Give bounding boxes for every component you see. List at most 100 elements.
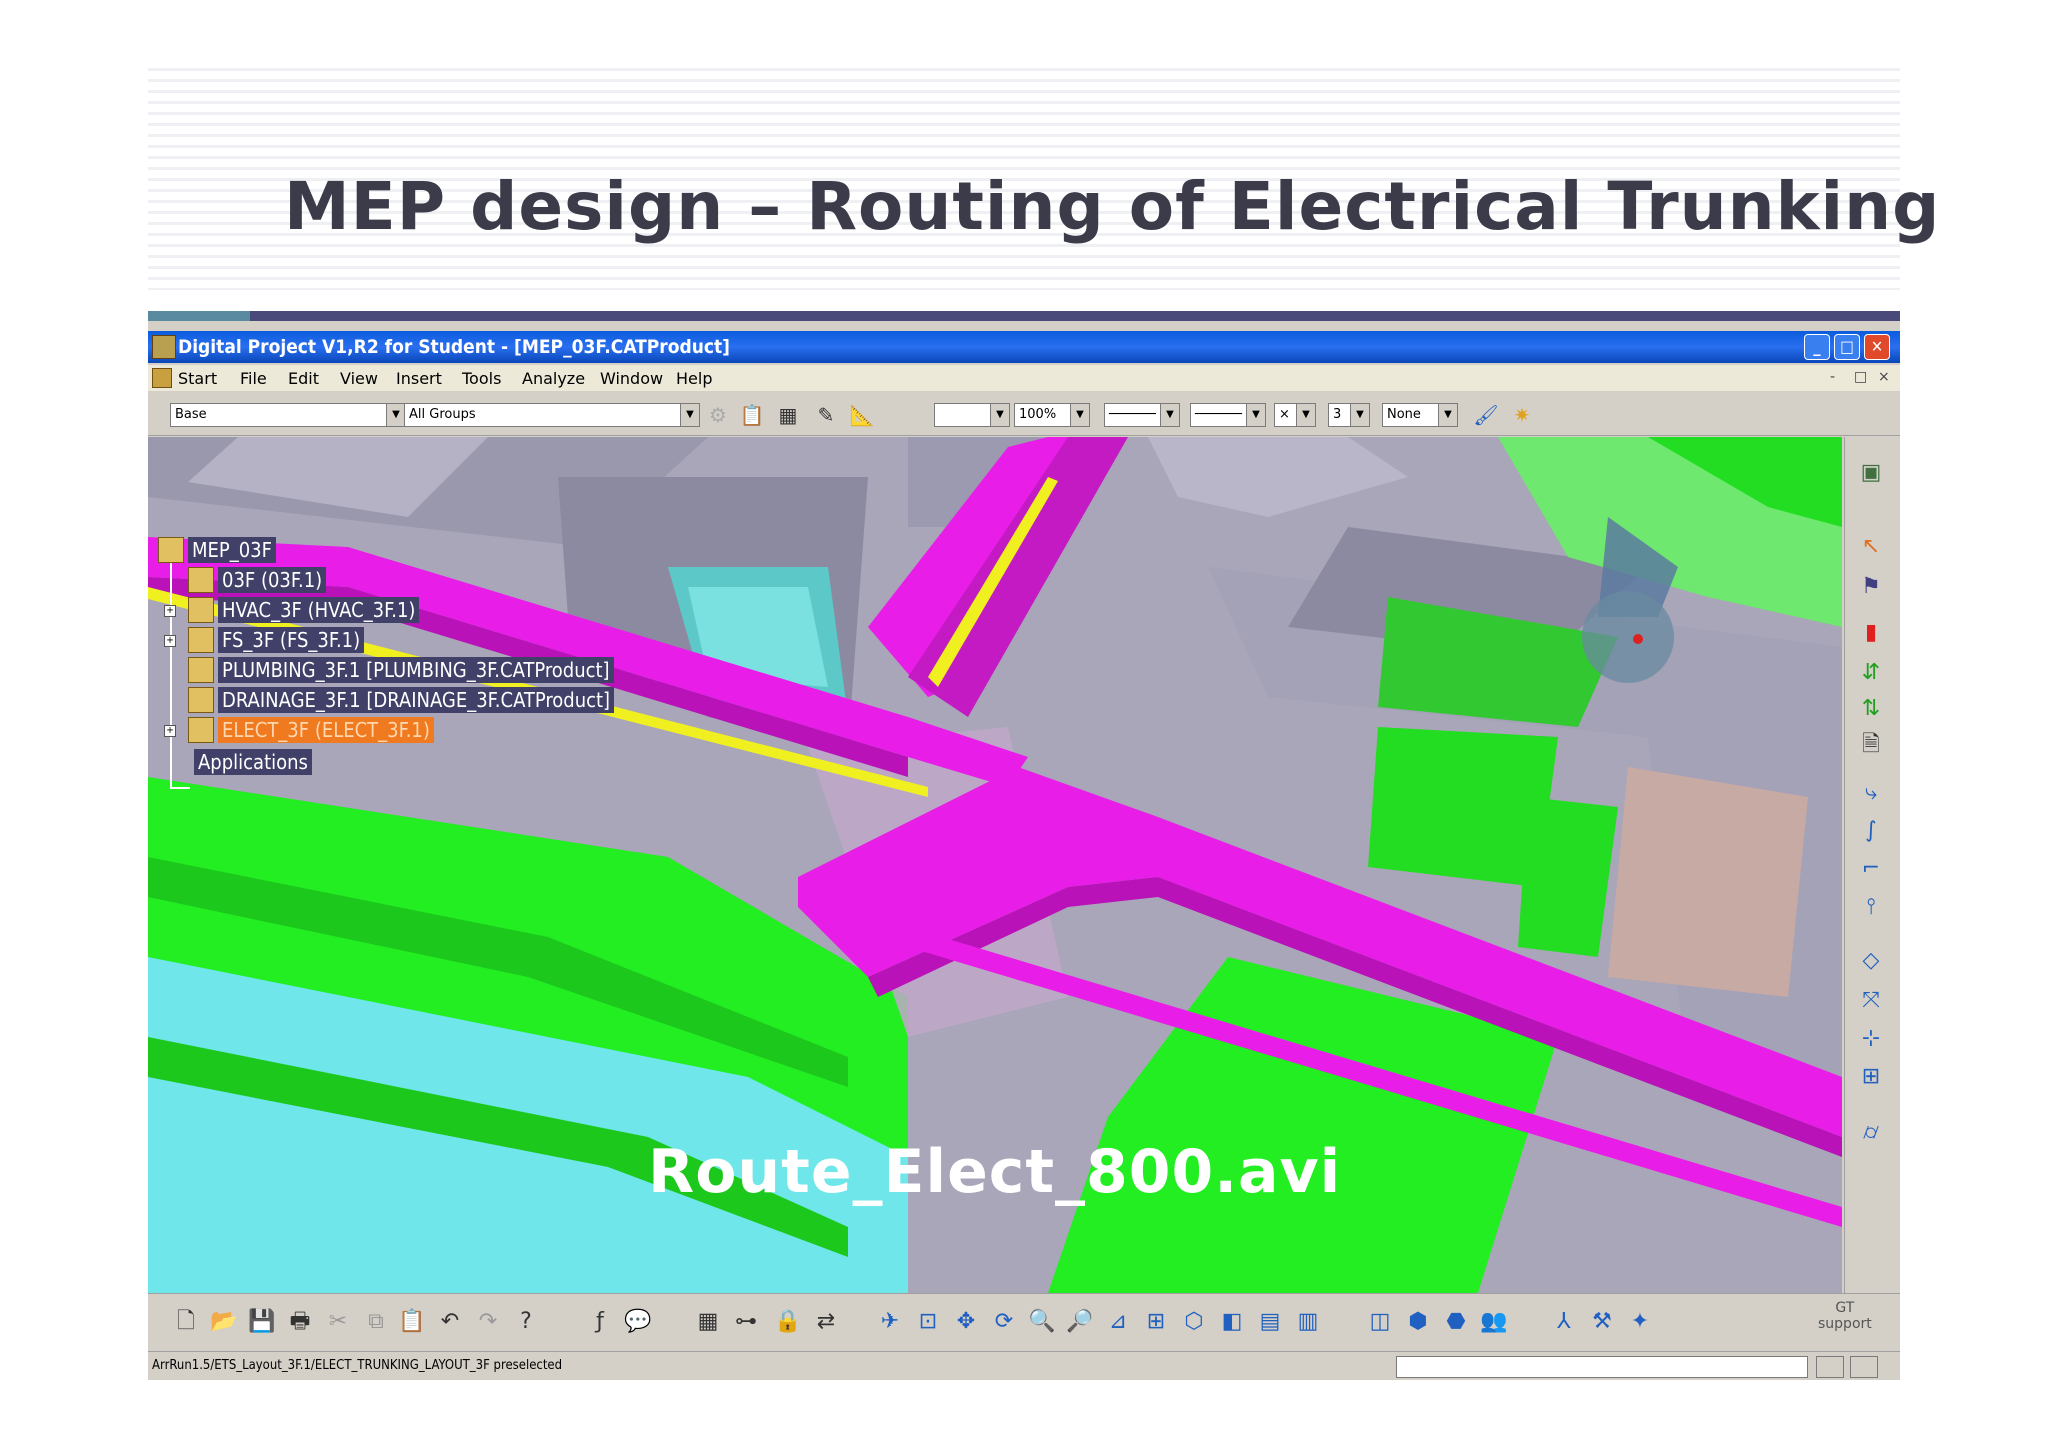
- settings-icon[interactable]: ⚙: [704, 401, 732, 429]
- chevron-down-icon[interactable]: ▼: [1350, 404, 1369, 426]
- menu-window[interactable]: Window: [600, 369, 663, 388]
- mdi-minimize-button[interactable]: -: [1830, 369, 1835, 385]
- tool-icon[interactable]: ⚒: [1586, 1306, 1618, 1338]
- redo-icon[interactable]: ↷: [472, 1306, 504, 1338]
- hide-icon[interactable]: ▤: [1254, 1306, 1286, 1338]
- tree-icon[interactable]: ⊶: [730, 1306, 762, 1338]
- route-alt-icon[interactable]: ⇅: [1855, 693, 1887, 725]
- chevron-down-icon[interactable]: ▼: [680, 404, 699, 426]
- menu-file[interactable]: File: [240, 369, 267, 388]
- bend-icon[interactable]: ⌐: [1855, 853, 1887, 885]
- chevron-down-icon[interactable]: ▼: [1070, 404, 1089, 426]
- save-icon[interactable]: 💾: [246, 1306, 278, 1338]
- branch-icon[interactable]: ⫯: [1855, 891, 1887, 923]
- route-icon[interactable]: ⇵: [1855, 657, 1887, 689]
- people-icon[interactable]: 👥: [1478, 1306, 1510, 1338]
- document-icon[interactable]: 🗎: [1855, 729, 1887, 761]
- rotate-icon[interactable]: ⟳: [988, 1306, 1020, 1338]
- offset-icon[interactable]: ⤧: [1855, 985, 1887, 1017]
- mdi-restore-button[interactable]: □: [1854, 369, 1867, 385]
- table-icon[interactable]: ▦: [692, 1306, 724, 1338]
- chart-icon[interactable]: ▮: [1855, 617, 1887, 649]
- zoom-in-icon[interactable]: 🔍: [1026, 1306, 1058, 1338]
- cube-alt-icon[interactable]: ⬣: [1440, 1306, 1472, 1338]
- menu-tools[interactable]: Tools: [462, 369, 501, 388]
- point-symbol-combo[interactable]: × ▼: [1274, 403, 1316, 427]
- line-color-combo[interactable]: ▼: [934, 403, 1010, 427]
- ruler-icon[interactable]: 📐: [848, 401, 876, 429]
- tree-expander-fs[interactable]: +: [164, 635, 176, 647]
- swap-space-icon[interactable]: ▥: [1292, 1306, 1324, 1338]
- catalog-icon[interactable]: ▦: [774, 401, 802, 429]
- chevron-down-icon[interactable]: ▼: [1438, 404, 1457, 426]
- command-input[interactable]: [1396, 1356, 1808, 1378]
- select-arrow-icon[interactable]: ↖: [1855, 531, 1887, 563]
- paste-icon[interactable]: 📋: [738, 401, 766, 429]
- status-button-1[interactable]: [1816, 1356, 1844, 1378]
- menu-insert[interactable]: Insert: [396, 369, 442, 388]
- cylinder-icon[interactable]: ⌭: [1855, 1117, 1887, 1149]
- swap-icon[interactable]: ⇄: [810, 1306, 842, 1338]
- menu-edit[interactable]: Edit: [288, 369, 319, 388]
- line-type-combo[interactable]: ────── ▼: [1104, 403, 1180, 427]
- tree-expander-elect[interactable]: +: [164, 725, 176, 737]
- chevron-down-icon[interactable]: ▼: [1296, 404, 1315, 426]
- new-icon[interactable]: 🗋: [170, 1306, 202, 1338]
- pan-icon[interactable]: ✥: [950, 1306, 982, 1338]
- menu-analyze[interactable]: Analyze: [522, 369, 585, 388]
- menu-help[interactable]: Help: [676, 369, 712, 388]
- wireframe-icon[interactable]: ▣: [1855, 457, 1887, 489]
- close-button[interactable]: ✕: [1864, 334, 1890, 360]
- grid-icon[interactable]: ⊞: [1855, 1061, 1887, 1093]
- minimize-button[interactable]: _: [1804, 334, 1830, 360]
- menu-view[interactable]: View: [340, 369, 378, 388]
- help-icon[interactable]: ?: [510, 1306, 542, 1338]
- window-titlebar[interactable]: Digital Project V1,R2 for Student - [MEP…: [148, 331, 1900, 363]
- lock-icon[interactable]: 🔒: [772, 1306, 804, 1338]
- paste-icon[interactable]: 📋: [396, 1306, 428, 1338]
- group-combo[interactable]: All Groups ▼: [404, 403, 700, 427]
- box-icon[interactable]: ◫: [1364, 1306, 1396, 1338]
- measure-icon[interactable]: ✎: [812, 401, 840, 429]
- undo-icon[interactable]: ↶: [434, 1306, 466, 1338]
- open-icon[interactable]: 📂: [208, 1306, 240, 1338]
- status-button-2[interactable]: [1850, 1356, 1878, 1378]
- chevron-down-icon[interactable]: ▼: [386, 404, 405, 426]
- color-combo[interactable]: None ▼: [1382, 403, 1458, 427]
- fly-icon[interactable]: ✈: [874, 1306, 906, 1338]
- curve-icon[interactable]: ∫: [1855, 815, 1887, 847]
- paint-icon[interactable]: 🖌: [1472, 401, 1500, 429]
- normal-view-icon[interactable]: ⊿: [1102, 1306, 1134, 1338]
- diamond-icon[interactable]: ◇: [1855, 945, 1887, 977]
- tree-expander-hvac[interactable]: +: [164, 605, 176, 617]
- multi-view-icon[interactable]: ⊞: [1140, 1306, 1172, 1338]
- iso-view-icon[interactable]: ⬡: [1178, 1306, 1210, 1338]
- print-icon[interactable]: 🖶: [284, 1306, 316, 1338]
- run-icon[interactable]: ⚑: [1855, 571, 1887, 603]
- comment-icon[interactable]: 💬: [622, 1306, 654, 1338]
- spline-icon[interactable]: ⤷: [1855, 777, 1887, 809]
- chevron-down-icon[interactable]: ▼: [1246, 404, 1265, 426]
- menu-start[interactable]: Start: [178, 369, 217, 388]
- fit-all-icon[interactable]: ⊡: [912, 1306, 944, 1338]
- axis-icon[interactable]: ⅄: [1548, 1306, 1580, 1338]
- maximize-button[interactable]: □: [1834, 334, 1860, 360]
- weight-combo[interactable]: 3 ▼: [1328, 403, 1370, 427]
- zoom-combo[interactable]: 100% ▼: [1014, 403, 1090, 427]
- 3d-viewport[interactable]: MEP_03F 03F (03F.1) + HVAC_3F (HVAC_3F.1…: [148, 437, 1842, 1293]
- node-icon[interactable]: ⊹: [1855, 1023, 1887, 1055]
- shading-icon[interactable]: ◧: [1216, 1306, 1248, 1338]
- cut-icon[interactable]: ✂: [322, 1306, 354, 1338]
- gt-support-label[interactable]: GT support: [1818, 1300, 1872, 1332]
- formula-icon[interactable]: ƒ: [584, 1306, 616, 1338]
- layer-combo[interactable]: Base ▼: [170, 403, 406, 427]
- compass-icon[interactable]: ✦: [1624, 1306, 1656, 1338]
- start-menu-icon[interactable]: [152, 368, 172, 388]
- zoom-out-icon[interactable]: 🔎: [1064, 1306, 1096, 1338]
- chevron-down-icon[interactable]: ▼: [1160, 404, 1179, 426]
- cube-icon[interactable]: ⬢: [1402, 1306, 1434, 1338]
- mdi-close-button[interactable]: ×: [1878, 369, 1890, 385]
- sun-icon[interactable]: ✷: [1508, 401, 1536, 429]
- line-style-combo[interactable]: ────── ▼: [1190, 403, 1266, 427]
- chevron-down-icon[interactable]: ▼: [990, 404, 1009, 426]
